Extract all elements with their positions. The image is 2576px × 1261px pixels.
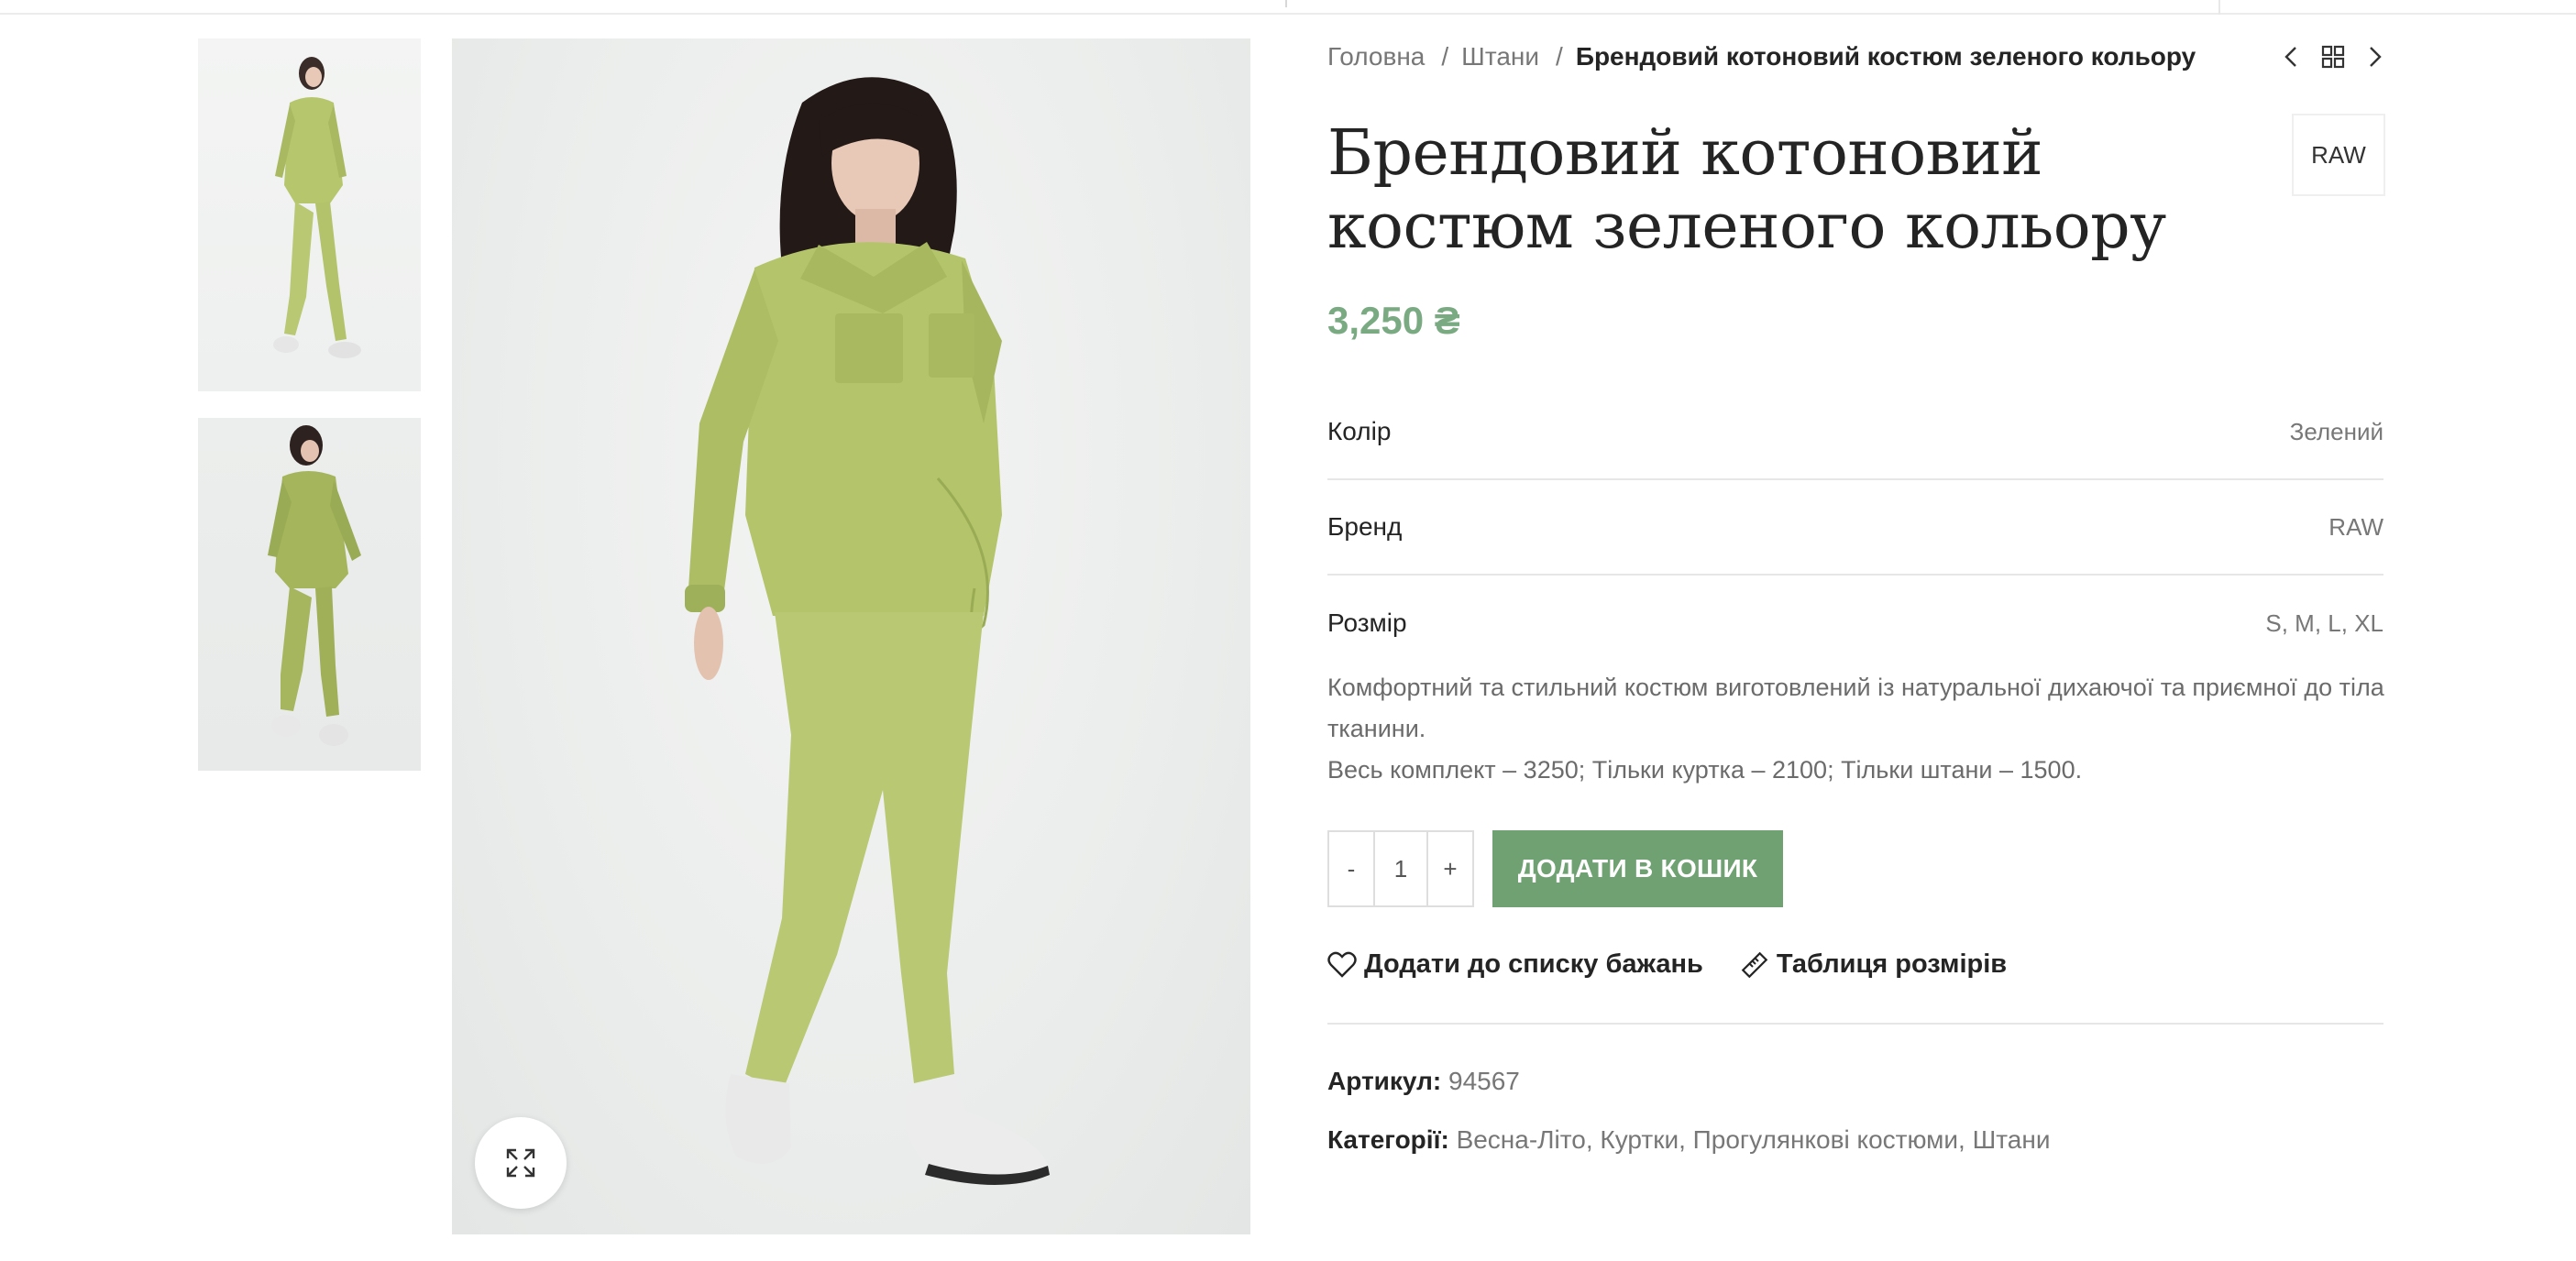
attribute-row-size: Розмір S, M, L, XL [1327,576,2383,671]
category-link[interactable]: Весна-Літо [1457,1125,1586,1154]
breadcrumb-category-link[interactable]: Штани [1461,42,1539,71]
wishlist-label: Додати до списку бажань [1364,949,1703,979]
breadcrumb-home-link[interactable]: Головна [1327,42,1425,71]
product-extra-actions: Додати до списку бажань Таблиця розмірів [1327,949,2007,980]
breadcrumb: Головна / Штани / Брендовий котоновий ко… [1327,42,2196,71]
grid-icon [2321,45,2345,69]
add-to-cart-button[interactable]: ДОДАТИ В КОШИК [1492,830,1783,907]
category-separator: , [1585,1125,1601,1154]
category-link[interactable]: Штани [1973,1125,2051,1154]
product-description: Комфортний та стильний костюм виготовлен… [1327,667,2391,791]
gallery-thumbnail-2[interactable] [198,418,421,771]
size-chart-link[interactable]: Таблиця розмірів [1740,949,2007,980]
size-chart-label: Таблиця розмірів [1776,949,2008,979]
attribute-label: Розмір [1327,609,1407,637]
product-categories: Категорії: Весна-Літо, Куртки, Прогулянк… [1327,1125,2050,1155]
next-product-button[interactable] [2363,40,2387,73]
gallery-thumbnail-1[interactable] [198,38,421,391]
thumbnail-model-image [268,425,361,746]
thumbnail-model-image [273,57,361,358]
brand-badge[interactable]: RAW [2292,114,2385,196]
attribute-row-brand: Бренд RAW [1327,480,2383,576]
attribute-label: Колір [1327,417,1392,445]
expand-icon [506,1148,535,1178]
attribute-value: Зелений [2289,417,2383,445]
category-link[interactable]: Прогулянкові костюми [1693,1125,1958,1154]
product-attributes: Колір Зелений Бренд RAW Розмір S, M, L, … [1327,385,2383,671]
attribute-label: Бренд [1327,512,1403,541]
product-title: Брендовий котоновий костюм зеленого коль… [1327,117,2166,263]
category-separator: , [1679,1125,1693,1154]
quantity-input[interactable]: 1 [1373,832,1428,905]
breadcrumb-current: Брендовий котоновий костюм зеленого коль… [1575,42,2196,71]
product-model-photo [685,77,1050,1185]
quantity-decrease-button[interactable]: - [1329,832,1373,905]
header-divider [1285,0,1287,7]
add-to-wishlist-link[interactable]: Додати до списку бажань [1327,949,1703,980]
previous-product-button[interactable] [2279,40,2303,73]
category-separator: , [1958,1125,1973,1154]
category-link[interactable]: Куртки [1600,1125,1679,1154]
product-navigation [2279,40,2387,73]
breadcrumb-separator: / [1441,42,1449,71]
description-line: Весь комплект – 3250; Тільки куртка – 21… [1327,756,2083,784]
sku-value: 94567 [1448,1067,1520,1095]
ruler-icon [1741,951,1768,978]
chevron-left-icon [2284,47,2296,67]
back-to-products-button[interactable] [2321,40,2345,73]
description-line: Комфортний та стильний костюм виготовлен… [1327,674,2384,742]
attribute-value: RAW [2328,512,2383,541]
quantity-stepper: - 1 + [1327,830,1474,907]
main-product-image[interactable] [452,38,1250,1234]
heart-icon [1327,951,1357,978]
quantity-increase-button[interactable]: + [1428,832,1472,905]
product-sku: Артикул: 94567 [1327,1067,1520,1096]
product-price: 3,250 ₴ [1327,299,1460,342]
categories-label: Категорії: [1327,1125,1449,1154]
sku-label: Артикул: [1327,1067,1442,1095]
divider [1327,1023,2383,1025]
enlarge-image-button[interactable] [475,1117,567,1209]
breadcrumb-separator: / [1556,42,1563,71]
attribute-value: S, M, L, XL [2265,609,2383,637]
chevron-right-icon [2370,47,2382,67]
top-header-edge [0,0,2576,15]
header-divider [2218,0,2220,15]
attribute-row-color: Колір Зелений [1327,385,2383,480]
